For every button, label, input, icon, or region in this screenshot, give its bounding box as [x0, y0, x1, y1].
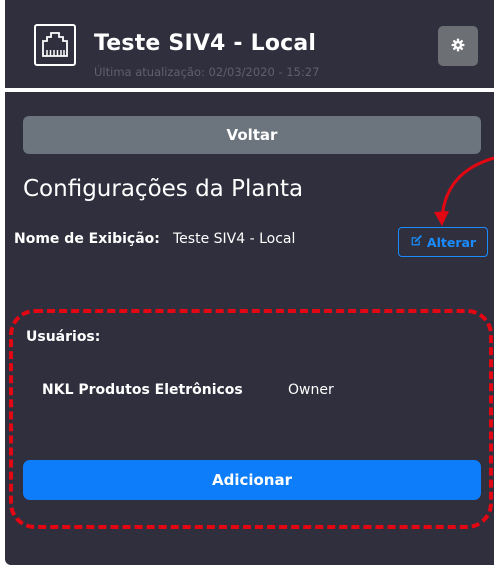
add-user-button[interactable]: Adicionar	[23, 460, 481, 500]
edit-display-name-button[interactable]: Alterar	[398, 227, 488, 257]
header: Teste SIV4 - Local Última atualização: 0…	[5, 0, 494, 88]
settings-button[interactable]	[438, 26, 478, 66]
page-title: Teste SIV4 - Local	[94, 31, 317, 56]
display-name-value: Teste SIV4 - Local	[173, 231, 296, 247]
section-title: Configurações da Planta	[23, 176, 304, 202]
edit-button-label: Alterar	[426, 234, 477, 250]
user-name: NKL Produtos Eletrônicos	[42, 382, 243, 398]
display-name-label: Nome de Exibição:	[14, 231, 160, 247]
user-role: Owner	[288, 382, 334, 398]
back-button[interactable]: Voltar	[23, 116, 481, 154]
last-update-text: Última atualização: 02/03/2020 - 15:27	[94, 65, 320, 79]
users-label: Usuários:	[26, 329, 101, 345]
network-port-icon	[34, 24, 76, 66]
plant-settings-panel: Teste SIV4 - Local Última atualização: 0…	[5, 0, 494, 565]
gear-icon	[451, 37, 465, 56]
edit-icon	[410, 234, 423, 250]
header-divider	[5, 88, 494, 92]
